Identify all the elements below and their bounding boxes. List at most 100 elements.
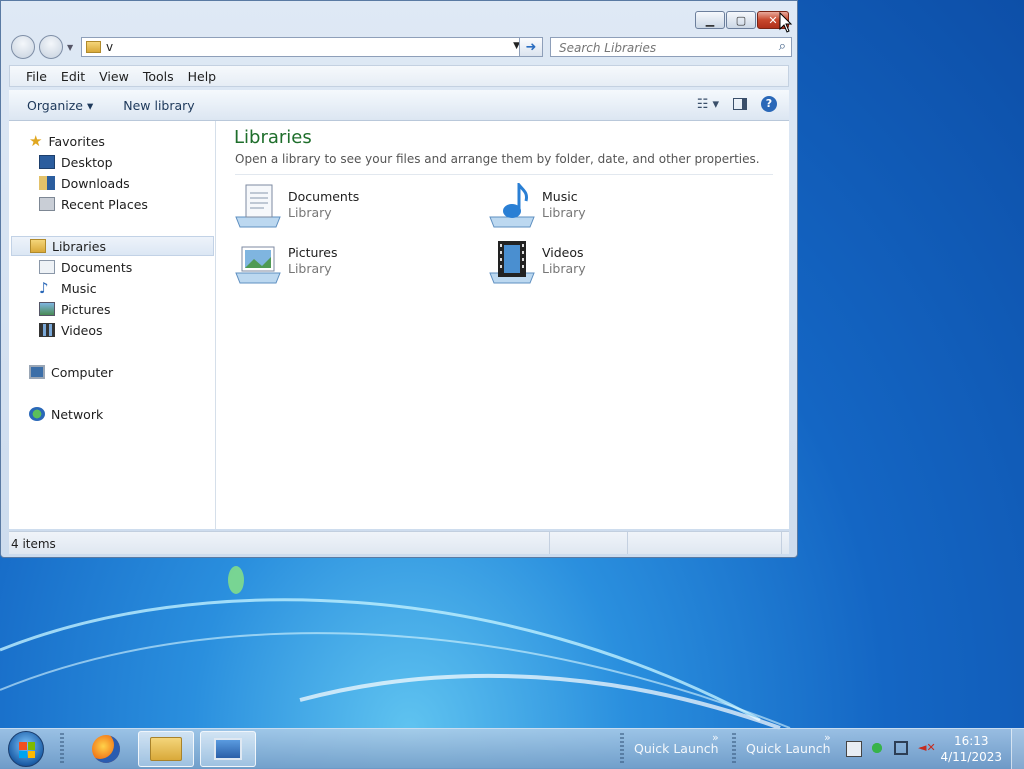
library-tile-music[interactable]: Music Library xyxy=(488,181,728,231)
navigation-pane: ★ Favorites Desktop Downloads Recent Pla… xyxy=(9,121,216,529)
documents-library-icon xyxy=(235,184,281,228)
command-bar: Organize ▾ New library ☷ ▾ ? xyxy=(9,90,789,121)
chevron-right-icon[interactable]: » xyxy=(712,731,719,744)
search-icon[interactable]: ⌕ xyxy=(779,39,786,54)
taskbar-grip[interactable] xyxy=(60,733,64,765)
content-area: ★ Favorites Desktop Downloads Recent Pla… xyxy=(9,121,789,529)
library-tile-documents[interactable]: Documents Library xyxy=(234,181,474,231)
start-button[interactable] xyxy=(8,731,44,767)
pictures-icon xyxy=(39,302,55,316)
address-input[interactable]: v xyxy=(106,40,113,54)
nav-lib-documents[interactable]: Documents xyxy=(39,257,132,277)
organize-button[interactable]: Organize ▾ xyxy=(27,98,93,113)
library-tile-videos[interactable]: Videos Library xyxy=(488,237,728,287)
tile-name: Videos xyxy=(542,245,584,260)
menu-help[interactable]: Help xyxy=(188,69,217,84)
tile-name: Documents xyxy=(288,189,360,204)
nav-downloads-label: Downloads xyxy=(61,175,130,191)
pictures-library-icon xyxy=(235,246,281,284)
caption-buttons: ▁ ▢ ✕ xyxy=(695,11,789,29)
firefox-icon xyxy=(92,735,120,763)
menu-edit[interactable]: Edit xyxy=(61,69,85,84)
quick-launch-grip[interactable] xyxy=(620,733,624,765)
go-button[interactable]: ➜ xyxy=(519,37,543,57)
downloads-icon xyxy=(39,176,55,190)
help-icon[interactable]: ? xyxy=(761,96,777,112)
nav-desktop[interactable]: Desktop xyxy=(39,152,113,172)
search-input[interactable] xyxy=(557,40,771,56)
action-center-icon[interactable] xyxy=(870,741,884,755)
music-icon: ♪ xyxy=(39,279,49,297)
videos-library-icon xyxy=(489,241,535,284)
explorer-window: ▁ ▢ ✕ ▼ v ▼ ➜ ⌕ File Edit View Tools Hel… xyxy=(0,0,798,558)
nav-lib-documents-label: Documents xyxy=(61,259,133,275)
item-count: 4 items xyxy=(11,537,56,551)
nav-recent-places-label: Recent Places xyxy=(61,196,148,212)
network-tray-icon[interactable] xyxy=(894,741,908,755)
nav-libraries[interactable]: Libraries xyxy=(11,236,214,256)
nav-computer-label: Computer xyxy=(51,364,114,380)
menu-view[interactable]: View xyxy=(99,69,129,84)
nav-lib-music[interactable]: ♪ Music xyxy=(39,278,97,298)
library-tile-pictures[interactable]: Pictures Library xyxy=(234,237,474,287)
tile-name: Pictures xyxy=(288,245,338,260)
clock-date: 4/11/2023 xyxy=(940,750,1002,764)
search-box[interactable]: ⌕ xyxy=(550,37,792,57)
clock[interactable]: 16:13 4/11/2023 xyxy=(940,733,1002,765)
menu-bar: File Edit View Tools Help xyxy=(9,65,789,87)
page-title: Libraries xyxy=(234,127,312,148)
nav-network-label: Network xyxy=(51,406,104,422)
nav-lib-videos[interactable]: Videos xyxy=(39,320,103,340)
taskbar-explorer[interactable] xyxy=(138,731,194,767)
tile-type: Library xyxy=(288,205,332,220)
taskbar-control-panel[interactable] xyxy=(200,731,256,767)
address-bar[interactable]: v ▼ xyxy=(81,37,525,57)
quick-launch-toolbar[interactable]: Quick Launch xyxy=(746,741,831,756)
show-desktop-button[interactable] xyxy=(1011,729,1024,769)
recent-places-icon xyxy=(39,197,55,211)
volume-muted-icon[interactable]: ◄✕ xyxy=(918,741,936,755)
nav-favorites[interactable]: ★ Favorites xyxy=(29,131,105,151)
address-row: ▼ v ▼ ➜ ⌕ xyxy=(9,35,792,59)
back-button[interactable] xyxy=(11,35,35,59)
nav-lib-pictures[interactable]: Pictures xyxy=(39,299,111,319)
nav-favorites-label: Favorites xyxy=(48,133,105,149)
network-icon xyxy=(29,407,45,421)
nav-desktop-label: Desktop xyxy=(61,154,113,170)
preview-pane-icon[interactable] xyxy=(733,98,747,110)
library-icon xyxy=(86,41,101,53)
status-bar: 4 items xyxy=(9,531,789,554)
computer-icon xyxy=(29,365,45,379)
nav-lib-music-label: Music xyxy=(61,280,97,296)
change-view-icon[interactable]: ☷ ▾ xyxy=(697,97,719,112)
nav-network[interactable]: Network xyxy=(29,404,103,424)
quick-launch-toolbar[interactable]: Quick Launch xyxy=(634,741,719,756)
tile-type: Library xyxy=(542,261,586,276)
minimize-button[interactable]: ▁ xyxy=(695,11,725,29)
videos-icon xyxy=(39,323,55,337)
maximize-button[interactable]: ▢ xyxy=(726,11,756,29)
control-panel-icon xyxy=(214,738,242,760)
new-library-button[interactable]: New library xyxy=(123,98,194,113)
menu-file[interactable]: File xyxy=(26,69,47,84)
nav-computer[interactable]: Computer xyxy=(29,362,113,382)
music-library-icon xyxy=(489,183,535,228)
tile-type: Library xyxy=(542,205,586,220)
tile-name: Music xyxy=(542,189,578,204)
taskbar: Quick Launch » Quick Launch » ◄✕ 16:13 4… xyxy=(0,728,1024,769)
forward-button[interactable] xyxy=(39,35,63,59)
nav-lib-videos-label: Videos xyxy=(61,322,103,338)
nav-recent-places[interactable]: Recent Places xyxy=(39,194,148,214)
chevron-right-icon[interactable]: » xyxy=(824,731,831,744)
nav-downloads[interactable]: Downloads xyxy=(39,173,130,193)
menu-tools[interactable]: Tools xyxy=(143,69,174,84)
taskbar-firefox[interactable] xyxy=(78,731,134,767)
tile-type: Library xyxy=(288,261,332,276)
recent-pages-dropdown-icon[interactable]: ▼ xyxy=(67,43,73,52)
page-subtitle: Open a library to see your files and arr… xyxy=(235,152,760,166)
quick-launch-grip[interactable] xyxy=(732,733,736,765)
status-divider xyxy=(549,532,550,554)
status-divider xyxy=(781,532,782,554)
desktop-icon xyxy=(39,155,55,169)
notepad-tray-icon[interactable] xyxy=(846,741,862,757)
